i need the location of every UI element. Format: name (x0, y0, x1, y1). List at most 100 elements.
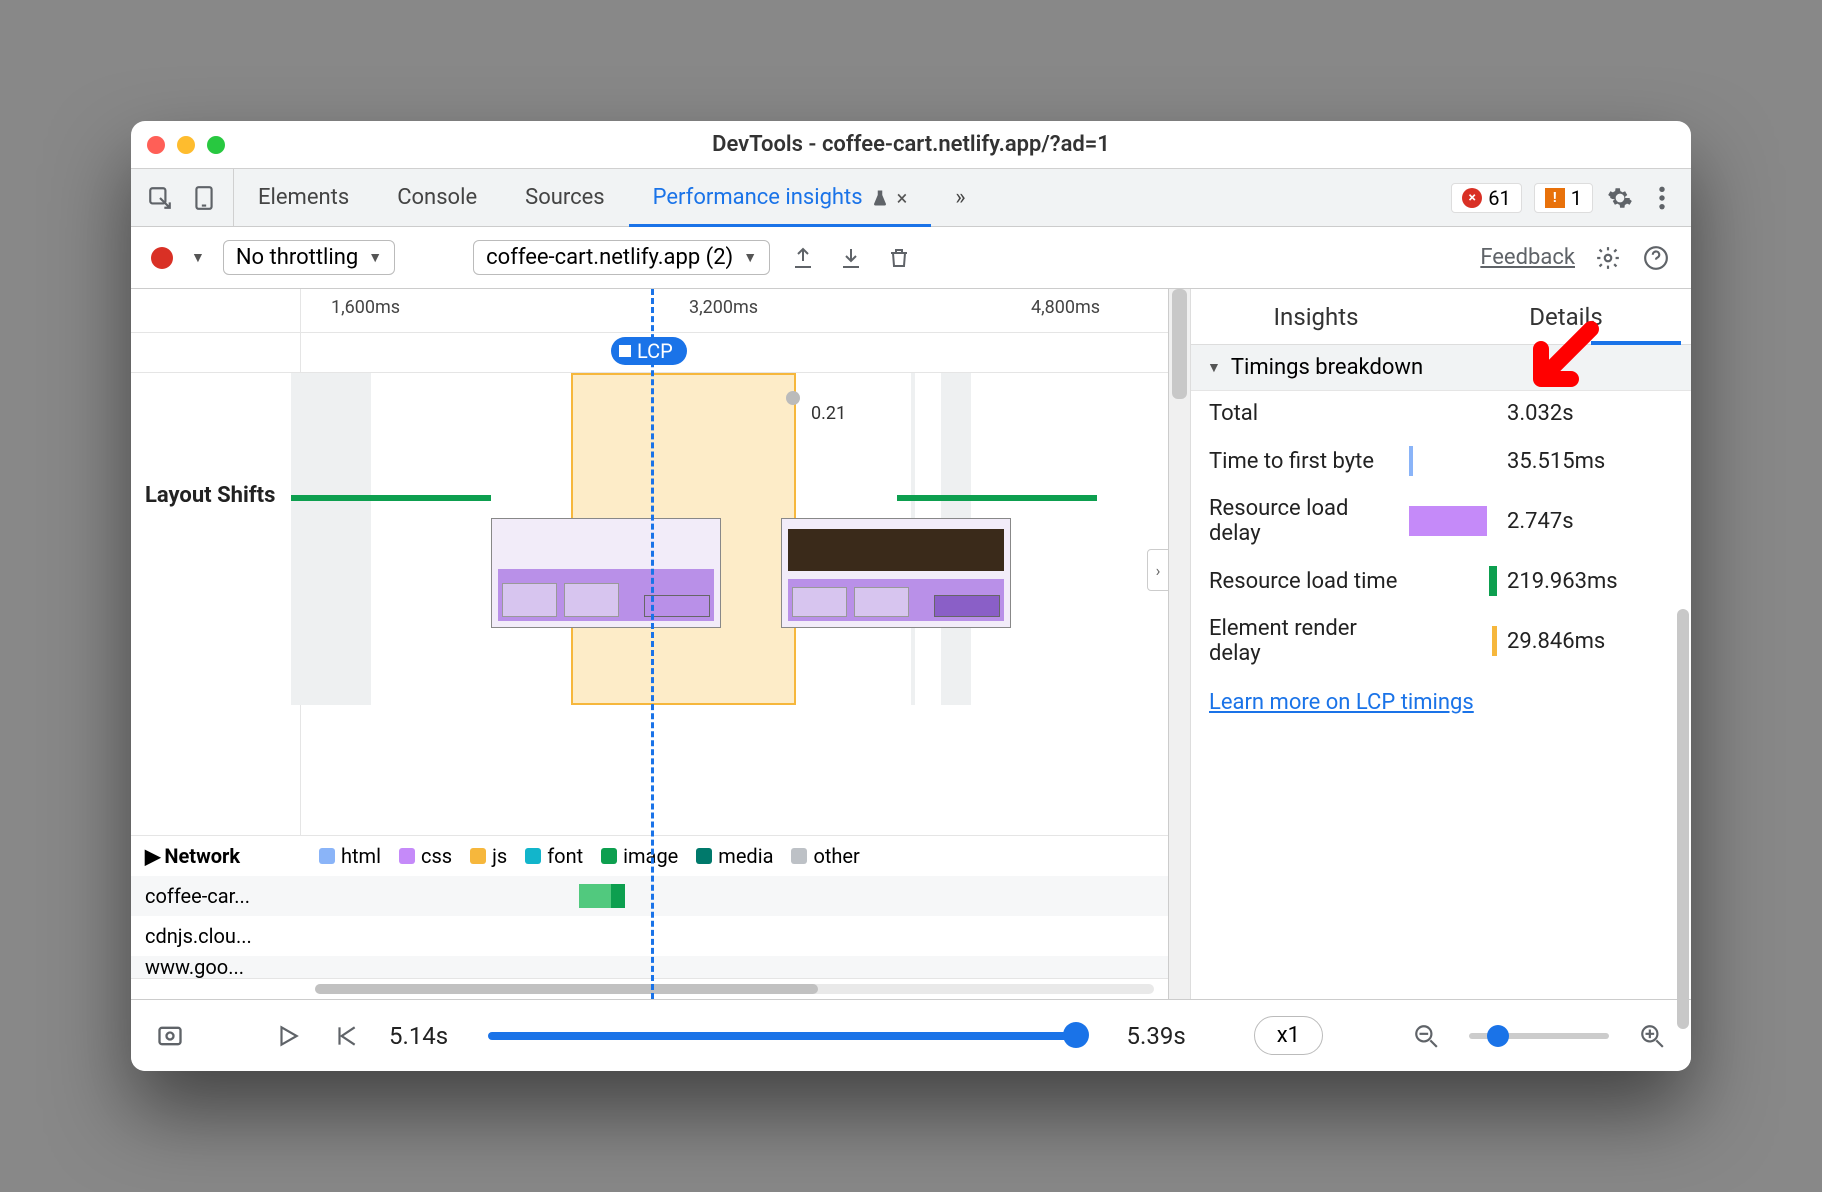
playback-footer: 5.14s 5.39s x1 (131, 999, 1691, 1071)
cls-bar (897, 495, 1097, 501)
more-menu-icon[interactable] (1647, 183, 1677, 213)
close-window-button[interactable] (147, 136, 165, 154)
network-section: ▶ Network html css js font image media o… (131, 836, 1168, 979)
layout-shifts-canvas[interactable]: 0.21 (301, 373, 1168, 835)
tabbar-trailing: × 61 ! 1 (1437, 169, 1691, 226)
learn-more-link[interactable]: Learn more on LCP timings (1191, 676, 1691, 729)
zoom-in-button[interactable] (1637, 1021, 1667, 1051)
collapse-right-pane-button[interactable]: › (1147, 549, 1169, 591)
timing-total: Total 3.032s (1191, 391, 1691, 436)
shift-marker[interactable] (786, 391, 800, 405)
left-vertical-scrollbar[interactable] (1169, 289, 1191, 999)
timeline-ruler[interactable]: 1,600ms 3,200ms 4,800ms (131, 289, 1168, 333)
timing-resource-load-time: Resource load time 219.963ms (1191, 556, 1691, 606)
legend-image[interactable]: image (601, 844, 678, 868)
timing-resource-load-delay: Resource load delay 2.747s (1191, 486, 1691, 556)
chevron-down-icon: ▼ (1207, 359, 1221, 376)
time-tick: 4,800ms (1031, 297, 1100, 318)
delete-icon[interactable] (884, 243, 914, 273)
tab-sources[interactable]: Sources (501, 169, 629, 226)
details-pane: Insights Details ▼ Timings breakdown Tot… (1191, 289, 1691, 999)
screenshot-thumb[interactable] (491, 518, 721, 628)
playback-slider[interactable] (488, 1032, 1086, 1040)
record-menu-caret-icon[interactable]: ▼ (191, 249, 205, 266)
timing-ttfb: Time to first byte 35.515ms (1191, 436, 1691, 486)
throttling-select[interactable]: No throttling ▼ (223, 240, 395, 275)
layout-shifts-row: Layout Shifts 0.21 (131, 373, 1168, 836)
titlebar: DevTools - coffee-cart.netlify.app/?ad=1 (131, 121, 1691, 169)
tab-insights[interactable]: Insights (1191, 289, 1441, 344)
screenshot-thumb[interactable] (781, 518, 1011, 628)
total-time: 5.39s (1127, 1022, 1186, 1050)
panel-body: › 1,600ms 3,200ms 4,800ms LCP Layout Shi… (131, 289, 1691, 999)
close-tab-icon[interactable]: × (897, 186, 908, 210)
network-header: ▶ Network html css js font image media o… (131, 836, 1168, 876)
tab-elements[interactable]: Elements (234, 169, 373, 226)
timeline-pane: › 1,600ms 3,200ms 4,800ms LCP Layout Shi… (131, 289, 1169, 999)
help-icon[interactable] (1641, 243, 1671, 273)
playhead[interactable] (651, 289, 654, 999)
network-row[interactable]: coffee-car... (131, 876, 1168, 916)
lcp-marker[interactable]: LCP (611, 337, 687, 365)
devtools-window: DevTools - coffee-cart.netlify.app/?ad=1… (131, 121, 1691, 1071)
flask-icon (871, 189, 889, 207)
recording-toolbar: ▼ No throttling ▼ coffee-cart.netlify.ap… (131, 227, 1691, 289)
current-time: 5.14s (389, 1022, 448, 1050)
network-row[interactable]: www.goo... (131, 956, 1168, 978)
settings-gear-icon[interactable] (1605, 183, 1635, 213)
export-icon[interactable] (788, 243, 818, 273)
chevron-right-icon: ▶ (145, 844, 160, 868)
stop-icon (619, 345, 631, 357)
legend-css[interactable]: css (399, 844, 452, 868)
chevron-down-icon: ▼ (743, 249, 757, 266)
legend-media[interactable]: media (696, 844, 773, 868)
tab-console[interactable]: Console (373, 169, 501, 226)
network-row[interactable]: cdnjs.clou... (131, 916, 1168, 956)
device-toolbar-icon[interactable] (189, 183, 219, 213)
legend-other[interactable]: other (791, 844, 859, 868)
legend-html[interactable]: html (319, 844, 381, 868)
window-controls (147, 136, 225, 154)
network-toggle[interactable]: ▶ Network (145, 844, 301, 868)
tab-performance-insights[interactable]: Performance insights × (629, 169, 932, 226)
row-label: Layout Shifts (131, 373, 301, 835)
cls-bar (291, 495, 491, 501)
right-vertical-scrollbar[interactable] (1677, 609, 1689, 1029)
tabs-overflow-button[interactable]: » (931, 169, 989, 226)
error-icon: × (1462, 188, 1482, 208)
warning-icon: ! (1545, 188, 1565, 208)
markers-row: LCP (131, 333, 1168, 373)
import-icon[interactable] (836, 243, 866, 273)
horizontal-scrollbar[interactable] (131, 979, 1168, 999)
warnings-badge[interactable]: ! 1 (1534, 183, 1593, 213)
inspect-element-icon[interactable] (145, 183, 175, 213)
zoom-slider[interactable] (1469, 1033, 1609, 1039)
minimize-window-button[interactable] (177, 136, 195, 154)
timing-element-render-delay: Element render delay 29.846ms (1191, 606, 1691, 676)
window-title: DevTools - coffee-cart.netlify.app/?ad=1 (131, 132, 1691, 157)
play-button[interactable] (273, 1021, 303, 1051)
annotation-arrow-icon (1521, 319, 1601, 399)
preview-toggle-icon[interactable] (155, 1021, 185, 1051)
time-tick: 3,200ms (689, 297, 758, 318)
time-tick: 1,600ms (331, 297, 400, 318)
speed-select[interactable]: x1 (1254, 1016, 1323, 1055)
legend-js[interactable]: js (470, 844, 507, 868)
zoom-out-button[interactable] (1411, 1021, 1441, 1051)
rewind-button[interactable] (331, 1021, 361, 1051)
details-tabs: Insights Details (1191, 289, 1691, 345)
maximize-window-button[interactable] (207, 136, 225, 154)
tabbar-leading (131, 169, 234, 226)
panel-tabs: Elements Console Sources Performance ins… (234, 169, 1437, 226)
legend-font[interactable]: font (525, 844, 583, 868)
chevron-down-icon: ▼ (368, 249, 382, 266)
feedback-link[interactable]: Feedback (1480, 245, 1575, 270)
timings-section-header[interactable]: ▼ Timings breakdown (1191, 345, 1691, 391)
record-button[interactable] (151, 247, 173, 269)
network-rows: coffee-car... cdnjs.clou... www.goo... (131, 876, 1168, 978)
errors-badge[interactable]: × 61 (1451, 183, 1521, 213)
panel-settings-icon[interactable] (1593, 243, 1623, 273)
main-tabbar: Elements Console Sources Performance ins… (131, 169, 1691, 227)
target-select[interactable]: coffee-cart.netlify.app (2) ▼ (473, 240, 770, 275)
shift-value: 0.21 (811, 403, 846, 424)
